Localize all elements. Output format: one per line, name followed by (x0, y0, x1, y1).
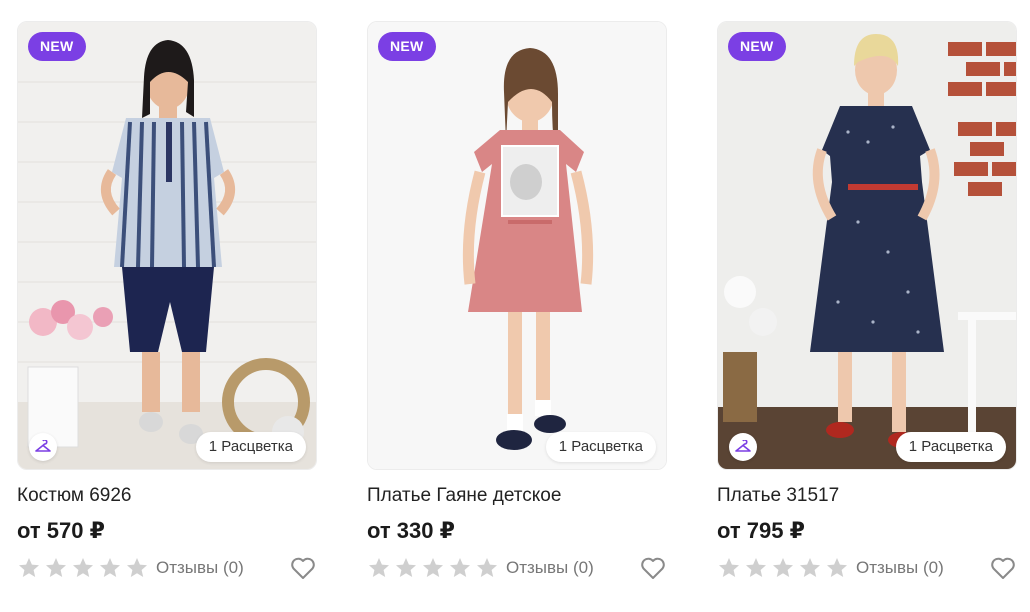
product-card[interactable]: NEW 1 Расцветка Платье 31517 от 795 ₽ От… (717, 21, 1017, 582)
star-icon[interactable] (421, 556, 445, 580)
color-variants-label[interactable]: 1 Расцветка (545, 432, 656, 462)
star-icon[interactable] (798, 556, 822, 580)
hanger-icon[interactable] (29, 433, 57, 461)
star-icon[interactable] (448, 556, 472, 580)
star-icon[interactable] (125, 556, 149, 580)
product-title[interactable]: Платье Гаяне детское (367, 484, 667, 508)
product-title[interactable]: Костюм 6926 (17, 484, 317, 508)
product-card[interactable]: NEW 1 Расцветка Костюм 6926 от 570 ₽ Отз… (17, 21, 317, 582)
product-price: от 795 ₽ (717, 518, 805, 543)
star-icon[interactable] (17, 556, 41, 580)
rating-stars[interactable] (367, 556, 499, 580)
product-image[interactable]: NEW 1 Расцветка (717, 21, 1017, 470)
star-icon[interactable] (394, 556, 418, 580)
star-icon[interactable] (825, 556, 849, 580)
rating-row: Отзывы (0) (17, 554, 317, 582)
reviews-link[interactable]: Отзывы (0) (506, 558, 594, 578)
heart-icon[interactable] (289, 554, 317, 582)
star-icon[interactable] (475, 556, 499, 580)
color-variants-label[interactable]: 1 Расцветка (895, 432, 1006, 462)
star-icon[interactable] (44, 556, 68, 580)
star-icon[interactable] (717, 556, 741, 580)
star-icon[interactable] (771, 556, 795, 580)
product-price: от 330 ₽ (367, 518, 455, 543)
hanger-icon[interactable] (729, 433, 757, 461)
heart-icon[interactable] (639, 554, 667, 582)
star-icon[interactable] (98, 556, 122, 580)
rating-row: Отзывы (0) (717, 554, 1017, 582)
product-price: от 570 ₽ (17, 518, 105, 543)
heart-icon[interactable] (989, 554, 1017, 582)
product-grid: NEW 1 Расцветка Костюм 6926 от 570 ₽ Отз… (0, 0, 1030, 612)
rating-stars[interactable] (17, 556, 149, 580)
star-icon[interactable] (744, 556, 768, 580)
product-title[interactable]: Платье 31517 (717, 484, 1017, 508)
product-image[interactable]: NEW 1 Расцветка (367, 21, 667, 470)
new-badge: NEW (378, 32, 436, 61)
reviews-link[interactable]: Отзывы (0) (156, 558, 244, 578)
rating-row: Отзывы (0) (367, 554, 667, 582)
rating-stars[interactable] (717, 556, 849, 580)
product-card[interactable]: NEW 1 Расцветка Платье Гаяне детское от … (367, 21, 667, 582)
star-icon[interactable] (71, 556, 95, 580)
color-variants-label[interactable]: 1 Расцветка (195, 432, 306, 462)
product-image[interactable]: NEW 1 Расцветка (17, 21, 317, 470)
star-icon[interactable] (367, 556, 391, 580)
reviews-link[interactable]: Отзывы (0) (856, 558, 944, 578)
new-badge: NEW (728, 32, 786, 61)
new-badge: NEW (28, 32, 86, 61)
